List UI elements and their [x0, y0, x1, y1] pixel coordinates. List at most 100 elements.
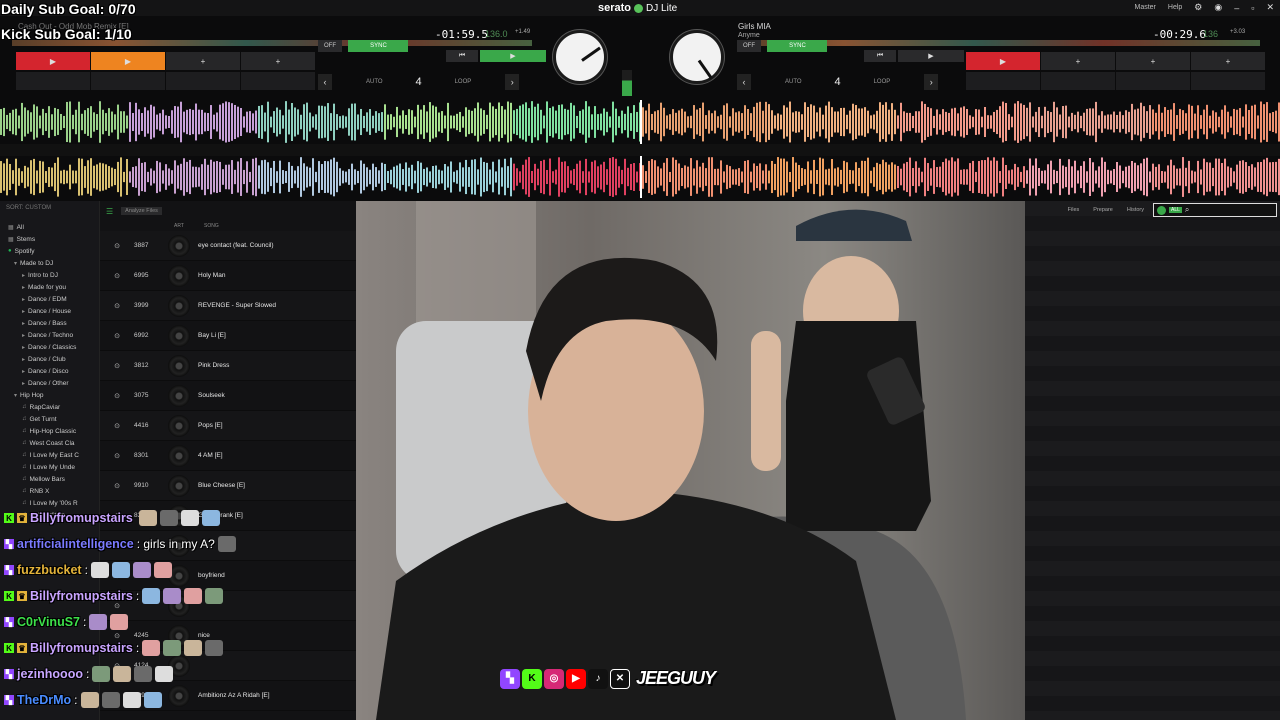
waveform-bar	[456, 113, 458, 131]
crate-item[interactable]: ♫ I Love My Unde	[0, 461, 99, 473]
deck-right-cue-5[interactable]	[966, 72, 1040, 90]
waveform-bar	[948, 112, 950, 132]
deck-right-prev-button[interactable]: ⏮	[864, 50, 896, 62]
crate-icon: ♫	[22, 416, 27, 422]
deck-right-loop-next-icon[interactable]: ›	[924, 74, 939, 90]
waveform-bar	[1071, 166, 1073, 188]
crate-item[interactable]: ▸ Dance / Club	[0, 353, 99, 365]
deck-left-loop-next-icon[interactable]: ›	[505, 74, 520, 90]
waveform-bar	[696, 160, 698, 194]
waveform-bar	[1035, 111, 1037, 133]
crate-item[interactable]: ▾ Hip Hop	[0, 389, 99, 401]
waveform-bar	[180, 101, 182, 143]
deck-left-prev-button[interactable]: ⏮	[446, 50, 478, 62]
help-menu[interactable]: Help	[1168, 4, 1182, 11]
table-row[interactable]: ⊙ 8301 4 AM [E]	[100, 441, 356, 471]
deck-left-cue-8[interactable]	[241, 72, 315, 90]
tab-history[interactable]: History	[1127, 207, 1144, 213]
table-row[interactable]: ⊙ 6992 Bay Li [E]	[100, 321, 356, 351]
deck-left-cue-4[interactable]: +	[241, 52, 315, 70]
crate-item[interactable]: ▸ Made for you	[0, 281, 99, 293]
table-row[interactable]: ⊙ 3999 REVENGE - Super Slowed	[100, 291, 356, 321]
deck-left-sync-button[interactable]: SYNC	[348, 40, 409, 52]
crate-item[interactable]: ♫ Mellow Bars	[0, 473, 99, 485]
deck-left-platter[interactable]	[553, 30, 607, 84]
deck-left-cue-2[interactable]: ▶	[91, 52, 165, 70]
analyze-files-button[interactable]: Analyze Files	[121, 207, 162, 215]
table-row[interactable]: ⊙ 3887 eye contact (feat. Council)	[100, 231, 356, 261]
crate-item[interactable]: ● Spotify	[0, 245, 99, 257]
crate-item[interactable]: ▸ Dance / Techno	[0, 329, 99, 341]
crate-item[interactable]: ♫ Hip-Hop Classic	[0, 425, 99, 437]
deck-right-cue-1[interactable]: ▶	[966, 52, 1040, 70]
close-icon[interactable]: ✕	[1266, 2, 1274, 13]
crate-item[interactable]: ♫ I Love My East C	[0, 449, 99, 461]
deck-right-sync-button[interactable]: SYNC	[767, 40, 828, 52]
crate-item[interactable]: ▸ Intro to DJ	[0, 269, 99, 281]
deck-left-loop-prev-icon[interactable]: ‹	[318, 74, 332, 90]
waveform-bar	[15, 158, 17, 196]
crate-item[interactable]: ▸ Dance / EDM	[0, 293, 99, 305]
kick-badge-icon: K	[4, 643, 14, 653]
deck-right-off-button[interactable]: OFF	[737, 40, 761, 52]
waveform-bar	[1134, 162, 1136, 192]
crate-item[interactable]: ▸ Dance / Classics	[0, 341, 99, 353]
tab-prepare[interactable]: Prepare	[1093, 207, 1113, 213]
deck-right-cue-2[interactable]: +	[1041, 52, 1115, 70]
track-number: 8301	[134, 452, 149, 459]
crate-item[interactable]: ▸ Dance / Other	[0, 377, 99, 389]
deck-right-play-button[interactable]: ▶	[898, 50, 964, 62]
deck-right-cue-4[interactable]: +	[1191, 52, 1265, 70]
crate-item[interactable]: ▦ All	[0, 221, 99, 233]
deck-right-loop-beats[interactable]: 4	[808, 76, 868, 88]
col-art-header[interactable]: ART	[174, 223, 204, 229]
deck-left-cue-1[interactable]: ▶	[16, 52, 90, 70]
search-scope-icon[interactable]	[1157, 205, 1166, 215]
waveform-bar	[57, 109, 59, 135]
crate-item[interactable]: ♫ Get Turnt	[0, 413, 99, 425]
table-row[interactable]: ⊙ 3812 Pink Dress	[100, 351, 356, 381]
waveform-bar	[48, 106, 50, 138]
deck-right-cue-8[interactable]	[1191, 72, 1265, 90]
deck-right-main-waveform[interactable]	[0, 156, 1280, 198]
table-row[interactable]: ⊙ 6995 Holy Man	[100, 261, 356, 291]
crate-item[interactable]: ▸ Dance / Disco	[0, 365, 99, 377]
maximize-icon[interactable]: ▫	[1251, 3, 1254, 13]
waveform-bar	[894, 164, 896, 190]
settings-gear-icon[interactable]: ⚙	[1194, 2, 1202, 13]
deck-left-sync-controls: OFF SYNC	[318, 34, 410, 52]
library-search-bar[interactable]: ALL ⌕	[1153, 203, 1277, 217]
tab-files[interactable]: Files	[1068, 207, 1080, 213]
deck-left-play-button[interactable]: ▶	[480, 50, 546, 62]
crate-item[interactable]: ♫ West Coast Cla	[0, 437, 99, 449]
table-row[interactable]: ⊙ 3075 Soulseek	[100, 381, 356, 411]
deck-left-loop-beats[interactable]: 4	[389, 76, 449, 88]
deck-left-main-waveform[interactable]	[0, 100, 1280, 144]
table-row[interactable]: ⊙ 4416 Pops [E]	[100, 411, 356, 441]
crate-item[interactable]: ♫ RapCaviar	[0, 401, 99, 413]
deck-left-off-button[interactable]: OFF	[318, 40, 342, 52]
col-song-header[interactable]: SONG	[204, 223, 219, 229]
crate-item[interactable]: ▦ Stems	[0, 233, 99, 245]
deck-right-loop-label[interactable]: LOOP	[874, 79, 891, 85]
deck-left-cue-3[interactable]: +	[166, 52, 240, 70]
deck-left-loop-label[interactable]: LOOP	[455, 79, 472, 85]
deck-right-cue-6[interactable]	[1041, 72, 1115, 90]
search-scope-all[interactable]: ALL	[1169, 207, 1182, 213]
crate-item[interactable]: ▸ Dance / House	[0, 305, 99, 317]
deck-right-loop-prev-icon[interactable]: ‹	[737, 74, 751, 90]
deck-left-cue-7[interactable]	[166, 72, 240, 90]
deck-right-platter[interactable]	[670, 30, 724, 84]
deck-left-cue-5[interactable]	[16, 72, 90, 90]
minimize-icon[interactable]: –	[1234, 3, 1239, 13]
deck-right-cue-7[interactable]	[1116, 72, 1190, 90]
crate-item[interactable]: ▸ Dance / Bass	[0, 317, 99, 329]
list-view-icon[interactable]: ☰	[106, 207, 113, 216]
deck-left-cue-6[interactable]	[91, 72, 165, 90]
chat-emote-icon	[180, 510, 199, 526]
crate-item[interactable]: ▾ Made to DJ	[0, 257, 99, 269]
waveform-bar	[486, 162, 488, 192]
user-icon[interactable]: ◉	[1214, 2, 1222, 13]
waveform-bar	[114, 114, 116, 130]
deck-right-cue-3[interactable]: +	[1116, 52, 1190, 70]
